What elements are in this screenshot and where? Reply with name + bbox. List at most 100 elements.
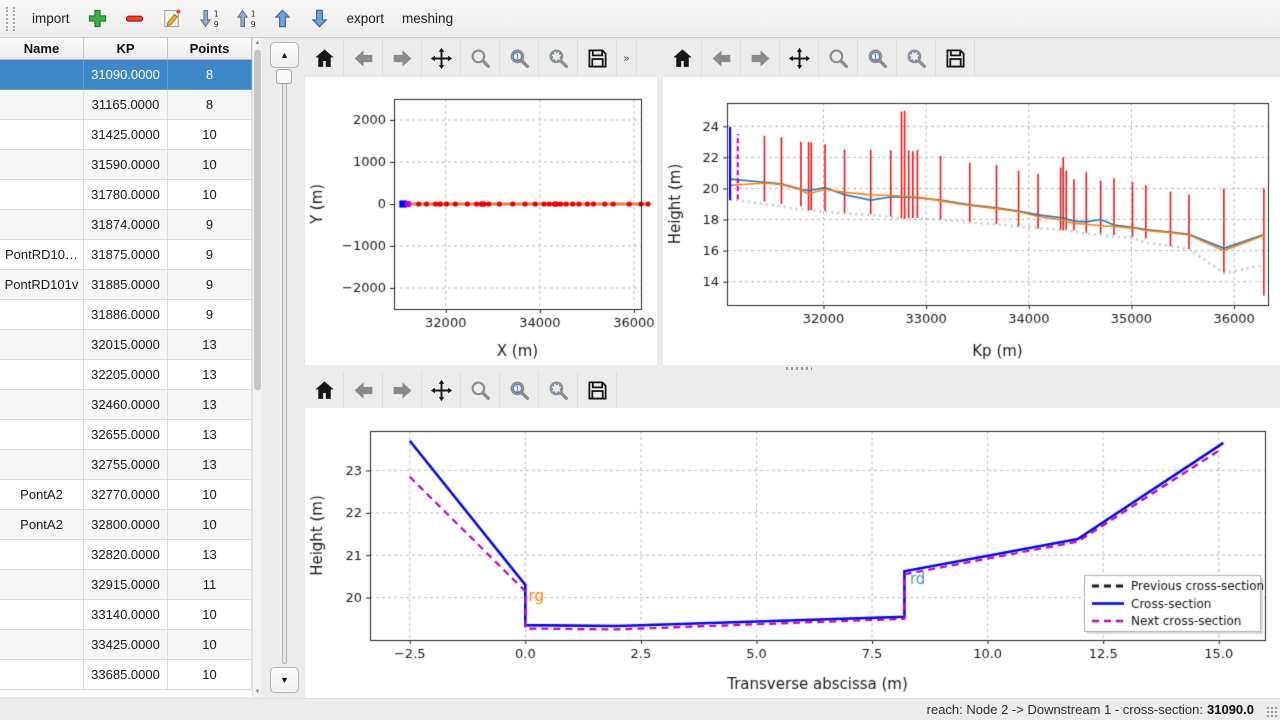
pan-button[interactable] — [422, 372, 461, 409]
zoom-fit-button[interactable] — [539, 40, 578, 77]
table-row[interactable]: 32820.000013 — [0, 540, 262, 570]
move-up-button[interactable] — [264, 3, 301, 34]
slider-track[interactable] — [282, 76, 287, 664]
cell-name[interactable] — [0, 300, 84, 330]
table-row[interactable]: 31590.000010 — [0, 150, 262, 180]
cell-points[interactable]: 13 — [168, 390, 252, 420]
zoom-fit-button[interactable] — [897, 40, 936, 77]
cell-name[interactable] — [0, 180, 84, 210]
cell-name[interactable]: PontRD101v — [0, 270, 84, 300]
cell-kp[interactable]: 32915.0000 — [84, 570, 168, 600]
splitter-handle[interactable] — [786, 367, 812, 370]
column-header-kp[interactable]: KP — [84, 38, 168, 60]
zoom-button[interactable] — [461, 40, 500, 77]
zoom-one-button[interactable]: 1 — [858, 40, 897, 77]
more-button[interactable]: » — [617, 40, 637, 77]
cell-name[interactable] — [0, 540, 84, 570]
pan-button[interactable] — [780, 40, 819, 77]
cell-name[interactable] — [0, 450, 84, 480]
save-button[interactable] — [578, 40, 617, 77]
column-header-points[interactable]: Points — [168, 38, 252, 60]
cell-kp[interactable]: 31875.0000 — [84, 240, 168, 270]
cell-name[interactable] — [0, 660, 84, 690]
slider-up-button[interactable]: ▲ — [270, 42, 299, 68]
cell-kp[interactable]: 31874.0000 — [84, 210, 168, 240]
cross-section-plot[interactable] — [305, 408, 1280, 698]
add-cross-section-button[interactable] — [79, 3, 116, 34]
cell-name[interactable]: PontA2 — [0, 480, 84, 510]
cell-points[interactable]: 10 — [168, 510, 252, 540]
move-down-button[interactable] — [301, 3, 338, 34]
cell-name[interactable] — [0, 600, 84, 630]
table-row[interactable]: 32015.000013 — [0, 330, 262, 360]
cell-kp[interactable]: 32820.0000 — [84, 540, 168, 570]
cell-points[interactable]: 13 — [168, 540, 252, 570]
sort-ascending-button[interactable]: 19 — [227, 3, 264, 34]
home-button[interactable] — [663, 40, 702, 77]
scroll-up-icon[interactable]: ▲ — [253, 38, 262, 48]
cell-points[interactable]: 10 — [168, 180, 252, 210]
cell-points[interactable]: 13 — [168, 360, 252, 390]
cell-name[interactable] — [0, 630, 84, 660]
cell-name[interactable]: PontA2 — [0, 510, 84, 540]
table-row[interactable]: 32755.000013 — [0, 450, 262, 480]
cell-kp[interactable]: 31090.0000 — [84, 60, 168, 90]
save-button[interactable] — [936, 40, 975, 77]
cell-kp[interactable]: 33685.0000 — [84, 660, 168, 690]
pan-button[interactable] — [422, 40, 461, 77]
cell-points[interactable]: 10 — [168, 600, 252, 630]
home-button[interactable] — [305, 40, 344, 77]
zoom-button[interactable] — [819, 40, 858, 77]
table-row[interactable]: 32460.000013 — [0, 390, 262, 420]
export-button[interactable]: export — [338, 7, 394, 30]
cell-kp[interactable]: 32655.0000 — [84, 420, 168, 450]
table-row[interactable]: 31425.000010 — [0, 120, 262, 150]
cell-kp[interactable]: 32015.0000 — [84, 330, 168, 360]
cell-points[interactable]: 9 — [168, 270, 252, 300]
slider-down-button[interactable]: ▼ — [270, 667, 299, 693]
cell-kp[interactable]: 32755.0000 — [84, 450, 168, 480]
cell-kp[interactable]: 31885.0000 — [84, 270, 168, 300]
cell-points[interactable]: 9 — [168, 300, 252, 330]
table-row[interactable]: 31165.00008 — [0, 90, 262, 120]
cell-points[interactable]: 13 — [168, 420, 252, 450]
back-button[interactable] — [702, 40, 741, 77]
cell-points[interactable]: 10 — [168, 150, 252, 180]
meshing-button[interactable]: meshing — [393, 7, 462, 30]
cell-kp[interactable]: 32800.0000 — [84, 510, 168, 540]
cell-name[interactable] — [0, 390, 84, 420]
back-button[interactable] — [344, 372, 383, 409]
remove-cross-section-button[interactable] — [116, 3, 153, 34]
column-header-name[interactable]: Name — [0, 38, 84, 60]
forward-button[interactable] — [741, 40, 780, 77]
table-row[interactable]: 32915.000011 — [0, 570, 262, 600]
cell-name[interactable] — [0, 120, 84, 150]
cell-points[interactable]: 10 — [168, 630, 252, 660]
sort-descending-button[interactable]: 19 — [190, 3, 227, 34]
table-row[interactable]: 33685.000010 — [0, 660, 262, 690]
cell-name[interactable] — [0, 330, 84, 360]
table-row[interactable]: 32205.000013 — [0, 360, 262, 390]
cell-points[interactable]: 9 — [168, 240, 252, 270]
cell-points[interactable]: 11 — [168, 570, 252, 600]
save-button[interactable] — [578, 372, 617, 409]
import-button[interactable]: import — [23, 7, 79, 30]
cell-name[interactable] — [0, 60, 84, 90]
cell-points[interactable]: 13 — [168, 330, 252, 360]
cell-points[interactable]: 10 — [168, 120, 252, 150]
cell-kp[interactable]: 31886.0000 — [84, 300, 168, 330]
scroll-down-icon[interactable]: ▼ — [253, 687, 262, 697]
cell-kp[interactable]: 31425.0000 — [84, 120, 168, 150]
cell-points[interactable]: 8 — [168, 90, 252, 120]
slider-thumb[interactable] — [276, 69, 292, 84]
cell-kp[interactable]: 33425.0000 — [84, 630, 168, 660]
zoom-fit-button[interactable] — [539, 372, 578, 409]
table-scrollbar-thumb[interactable] — [254, 50, 261, 390]
cell-kp[interactable]: 33140.0000 — [84, 600, 168, 630]
table-row[interactable]: 31886.00009 — [0, 300, 262, 330]
cell-name[interactable] — [0, 570, 84, 600]
table-row[interactable]: 31780.000010 — [0, 180, 262, 210]
zoom-one-button[interactable]: 1 — [500, 40, 539, 77]
back-button[interactable] — [344, 40, 383, 77]
home-button[interactable] — [305, 372, 344, 409]
